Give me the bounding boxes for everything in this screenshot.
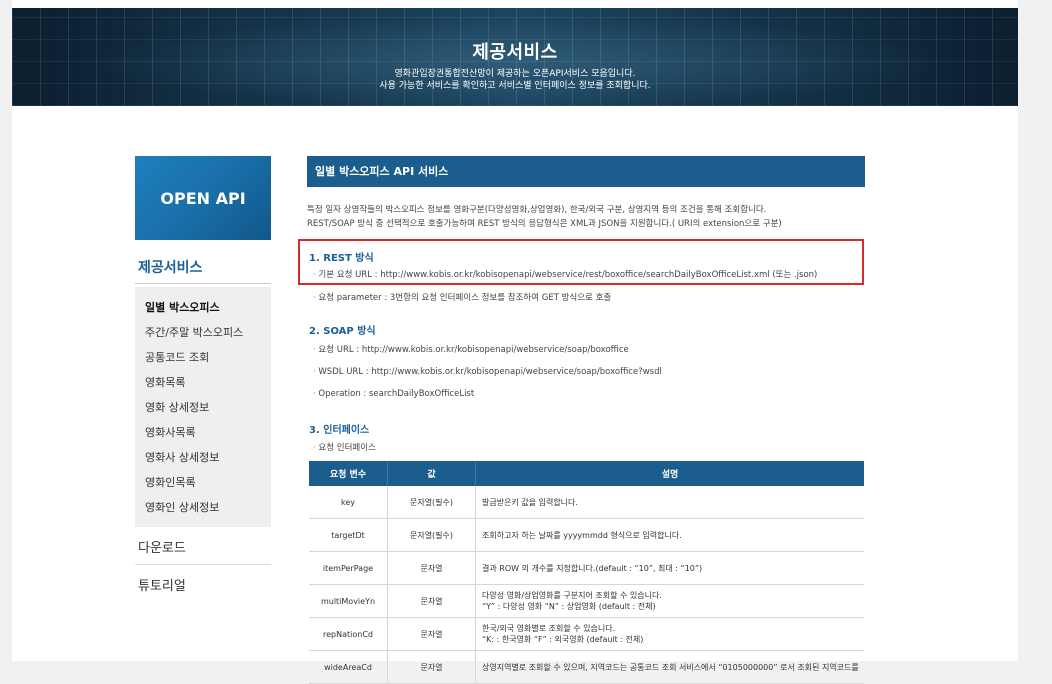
sidebar-item-common-code[interactable]: 공통코드 조회 — [135, 345, 271, 370]
param-name: multiMovieYn — [309, 584, 388, 618]
rest-param: 요청 parameter : 3번항의 요청 인터페이스 정보를 참조하여 GE… — [313, 292, 611, 304]
banner-line-1: 영화관입장권통합전산망이 제공하는 오픈API서비스 모음입니다. — [394, 69, 636, 79]
desc-line: 한국/외국 영화별로 조회할 수 있습니다. — [482, 624, 616, 633]
header-param: 요청 변수 — [309, 461, 388, 486]
param-name: itemPerPage — [309, 551, 388, 585]
param-value: 문자열(필수) — [387, 486, 476, 519]
soap-wsdl: WSDL URL : http://www.kobis.or.kr/kobiso… — [313, 366, 661, 378]
param-desc: 한국/외국 영화별로 조회할 수 있습니다. “K: : 한국영화 “F” : 외… — [475, 617, 864, 651]
param-name: targetDt — [309, 518, 388, 552]
table-header-row: 요청 변수 값 설명 — [309, 461, 864, 486]
desc-line: 조회하고자 하는 날짜를 yyyymmdd 형식으로 입력합니다. — [482, 530, 682, 540]
interface-heading: 3. 인터페이스 — [309, 425, 370, 436]
intro-text: 특정 일자 상영작들의 박스오피스 정보를 영화구분(다양성영화,상업영화), … — [307, 203, 865, 231]
soap-url: 요청 URL : http://www.kobis.or.kr/kobisope… — [313, 344, 628, 356]
sidebar-item-company-list[interactable]: 영화사목록 — [135, 420, 271, 445]
sidebar-tutorial[interactable]: 튜토리얼 — [138, 575, 186, 594]
main-content: 일별 박스오피스 API 서비스 특정 일자 상영작들의 박스오피스 정보를 영… — [307, 156, 865, 231]
request-interface-table: 요청 변수 값 설명 key 문자열(필수) 발급받은키 값을 입력합니다. t… — [309, 461, 864, 684]
sidebar-item-company-detail[interactable]: 영화사 상세정보 — [135, 445, 271, 470]
header-desc: 설명 — [475, 461, 864, 486]
desc-line: 발급받은키 값을 입력합니다. — [482, 497, 578, 507]
param-value: 문자열 — [387, 584, 476, 618]
header-value: 값 — [387, 461, 476, 486]
param-desc: 상영지역별로 조회할 수 있으며, 지역코드는 공통코드 조회 서비스에서 “0… — [475, 650, 864, 684]
page: 제공서비스 영화관입장권통합전산망이 제공하는 오픈API서비스 모음입니다. … — [0, 0, 1052, 684]
desc-line: 결과 ROW 의 개수를 지정합니다.(default : “10”, 최대 :… — [482, 563, 703, 573]
sidebar-item-people-detail[interactable]: 영화인 상세정보 — [135, 495, 271, 520]
page-title: 일별 박스오피스 API 서비스 — [307, 156, 865, 187]
soap-operation: Operation : searchDailyBoxOfficeList — [313, 388, 474, 400]
param-value: 문자열 — [387, 617, 476, 651]
table-row: wideAreaCd 문자열 상영지역별로 조회할 수 있으며, 지역코드는 공… — [309, 650, 864, 684]
banner-title: 제공서비스 — [472, 42, 558, 63]
param-value: 문자열 — [387, 650, 476, 684]
sidebar-item-weekly-boxoffice[interactable]: 주간/주말 박스오피스 — [135, 320, 271, 345]
open-api-hero: OPEN API — [135, 156, 271, 240]
sidebar-divider-2 — [135, 564, 271, 565]
sidebar-divider — [135, 283, 271, 284]
sidebar-item-movie-list[interactable]: 영화목록 — [135, 370, 271, 395]
param-value: 문자열 — [387, 551, 476, 585]
sidebar-download[interactable]: 다운로드 — [138, 537, 186, 556]
param-name: wideAreaCd — [309, 650, 388, 684]
table-row: key 문자열(필수) 발급받은키 값을 입력합니다. — [309, 486, 864, 519]
open-api-label: OPEN API — [160, 188, 246, 208]
param-desc: 발급받은키 값을 입력합니다. — [475, 486, 864, 519]
interface-sub: 요청 인터페이스 — [313, 442, 375, 454]
soap-heading: 2. SOAP 방식 — [309, 326, 376, 337]
sidebar-item-daily-boxoffice[interactable]: 일별 박스오피스 — [135, 295, 271, 320]
param-name: key — [309, 486, 388, 519]
param-name: repNationCd — [309, 617, 388, 651]
param-desc: 다양성 영화/상업영화를 구분지어 조회할 수 있습니다. “Y” : 다양성 영… — [475, 584, 864, 618]
table-row: repNationCd 문자열 한국/외국 영화별로 조회할 수 있습니다. “K… — [309, 617, 864, 651]
desc-line: “K: : 한국영화 “F” : 외국영화 (default : 전체) — [482, 635, 644, 644]
desc-line: 상영지역별로 조회할 수 있으며, 지역코드는 공통코드 조회 서비스에서 “0… — [482, 662, 859, 672]
param-value: 문자열(필수) — [387, 518, 476, 552]
sidebar-section-title[interactable]: 제공서비스 — [138, 257, 202, 277]
param-desc: 조회하고자 하는 날짜를 yyyymmdd 형식으로 입력합니다. — [475, 518, 864, 552]
intro-line-2: REST/SOAP 방식 중 선택적으로 호출가능하며 REST 방식의 응답형… — [307, 219, 782, 229]
table-row: itemPerPage 문자열 결과 ROW 의 개수를 지정합니다.(defa… — [309, 551, 864, 585]
highlight-box — [298, 239, 864, 285]
intro-line-1: 특정 일자 상영작들의 박스오피스 정보를 영화구분(다양성영화,상업영화), … — [307, 205, 767, 215]
sidebar-menu: 일별 박스오피스 주간/주말 박스오피스 공통코드 조회 영화목록 영화 상세정… — [135, 287, 271, 527]
sidebar-item-movie-detail[interactable]: 영화 상세정보 — [135, 395, 271, 420]
param-desc: 결과 ROW 의 개수를 지정합니다.(default : “10”, 최대 :… — [475, 551, 864, 585]
table-row: multiMovieYn 문자열 다양성 영화/상업영화를 구분지어 조회할 수… — [309, 584, 864, 618]
table-row: targetDt 문자열(필수) 조회하고자 하는 날짜를 yyyymmdd 형… — [309, 518, 864, 552]
desc-line: “Y” : 다양성 영화 “N” : 상업영화 (default : 전체) — [482, 602, 656, 611]
desc-line: 다양성 영화/상업영화를 구분지어 조회할 수 있습니다. — [482, 591, 662, 600]
sidebar-item-people-list[interactable]: 영화인목록 — [135, 470, 271, 495]
banner-line-2: 사용 가능한 서비스를 확인하고 서비스별 인터페이스 정보를 조회합니다. — [379, 81, 651, 91]
page-banner: 제공서비스 영화관입장권통합전산망이 제공하는 오픈API서비스 모음입니다. … — [12, 8, 1018, 106]
banner-subtitle: 영화관입장권통합전산망이 제공하는 오픈API서비스 모음입니다. 사용 가능한… — [12, 68, 1018, 92]
